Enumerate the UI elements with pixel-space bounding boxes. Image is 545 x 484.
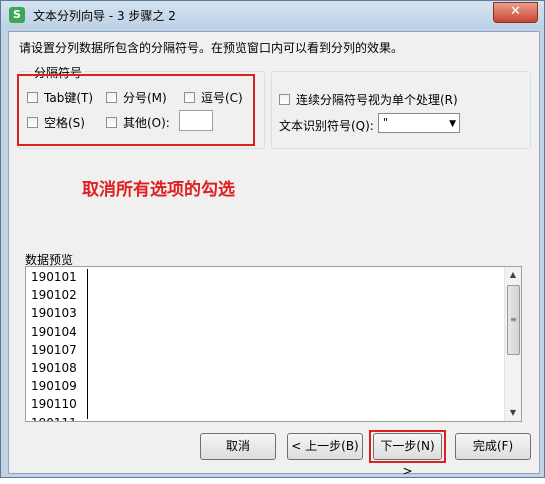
preview-scrollbar[interactable]: ▲ ≡ ▼ [504,267,521,421]
chevron-down-icon: ▼ [449,119,456,129]
comma-checkbox-label: 逗号(C) [201,91,243,105]
title-bar: S 文本分列向导 - 3 步骤之 2 ✕ [1,1,544,29]
column-break-line[interactable] [87,269,88,419]
instruction-text: 请设置分列数据所包含的分隔符号。在预览窗口内可以看到分列的效果。 [19,41,404,55]
checkbox-box[interactable] [106,117,117,128]
scroll-down-icon[interactable]: ▼ [505,405,521,421]
semicolon-checkbox-label: 分号(M) [123,91,167,105]
data-preview-pane[interactable]: 190101 190102 190103 190104 190107 19010… [25,266,522,422]
checkbox-box[interactable] [27,117,38,128]
tab-checkbox-label: Tab键(T) [44,91,94,105]
preview-row: 190107 [31,342,77,357]
checkbox-box[interactable] [279,94,290,105]
preview-row: 190110 [31,397,77,412]
preview-row: 190101 [31,270,77,284]
text-qualifier-select[interactable]: " ▼ [378,113,460,133]
checkbox-box[interactable] [27,92,38,103]
consecutive-delimiters-checkbox[interactable]: 连续分隔符号视为单个处理(R) [279,91,458,108]
options-group [271,71,531,149]
grip-icon: ≡ [510,315,517,324]
space-checkbox-label: 空格(S) [44,116,85,130]
cancel-button[interactable]: 取消 [200,433,276,460]
annotation-text: 取消所有选项的勾选 [82,180,235,200]
other-checkbox-label: 其他(O): [123,116,170,130]
dialog-body: 请设置分列数据所包含的分隔符号。在预览窗口内可以看到分列的效果。 分隔符号 Ta… [8,31,540,478]
scrollbar-thumb[interactable]: ≡ [507,285,520,355]
preview-row: 190104 [31,324,77,339]
preview-row: 190108 [31,360,77,375]
close-icon: ✕ [510,4,521,19]
back-button[interactable]: < 上一步(B) [287,433,363,460]
consecutive-delimiters-label: 连续分隔符号视为单个处理(R) [296,93,458,107]
semicolon-checkbox[interactable]: 分号(M) [106,89,167,106]
scroll-up-icon[interactable]: ▲ [505,267,521,283]
close-button[interactable]: ✕ [493,2,538,23]
text-qualifier-value: " [383,116,389,129]
tab-checkbox[interactable]: Tab键(T) [27,89,93,106]
space-checkbox[interactable]: 空格(S) [27,114,85,131]
wps-spreadsheet-icon: S [9,7,25,23]
preview-row: 190109 [31,379,77,394]
checkbox-box[interactable] [106,92,117,103]
window-title: 文本分列向导 - 3 步骤之 2 [33,9,176,23]
text-qualifier-label: 文本识别符号(Q): [279,119,374,133]
preview-row: 190102 [31,288,77,303]
checkbox-box[interactable] [184,92,195,103]
preview-row: 190111 [31,414,77,422]
delimiters-highlight-box [17,74,255,146]
preview-row: 190103 [31,306,77,321]
next-button[interactable]: 下一步(N) > [373,433,442,478]
other-delimiter-input[interactable] [179,110,213,131]
text-to-columns-wizard-window: S 文本分列向导 - 3 步骤之 2 ✕ 请设置分列数据所包含的分隔符号。在预览… [0,0,545,478]
comma-checkbox[interactable]: 逗号(C) [184,89,243,106]
finish-button[interactable]: 完成(F) [455,433,531,460]
preview-list: 190101 190102 190103 190104 190107 19010… [31,268,77,422]
other-checkbox[interactable]: 其他(O): [106,114,170,131]
